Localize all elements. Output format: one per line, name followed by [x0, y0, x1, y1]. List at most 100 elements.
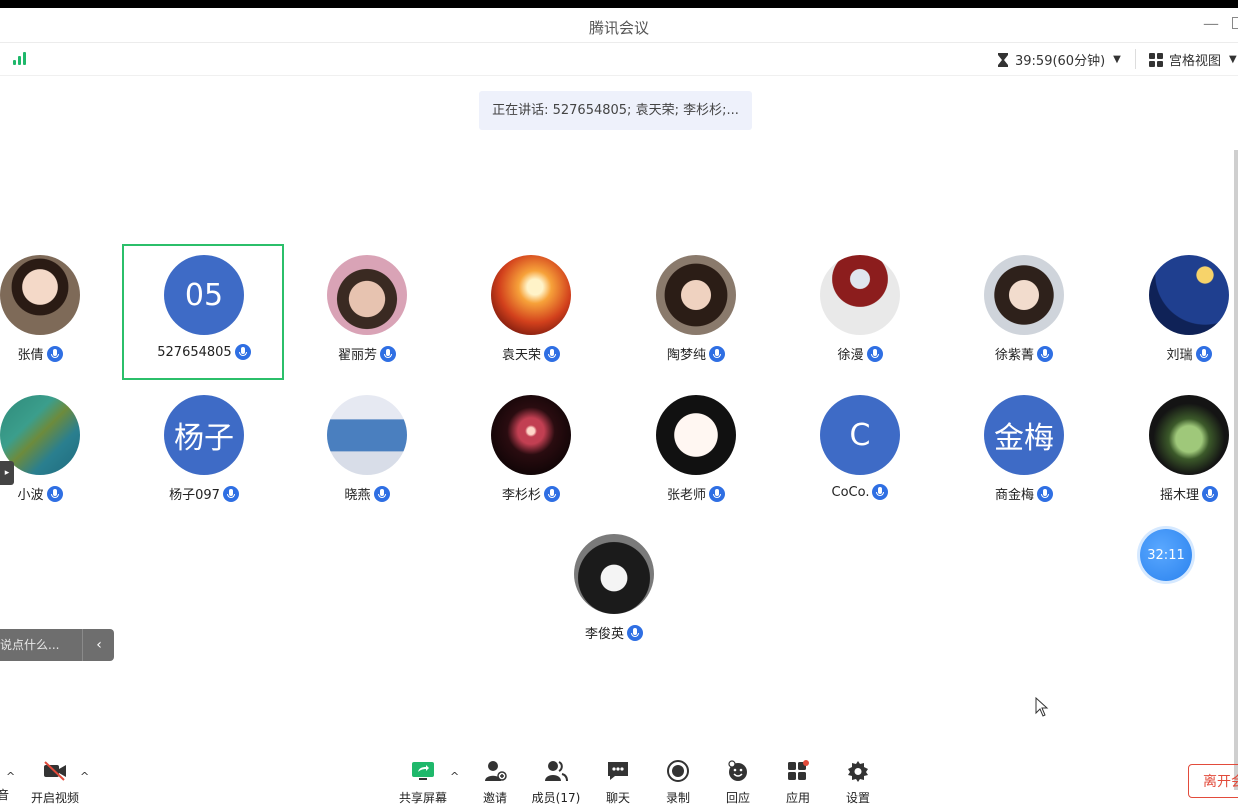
share-screen-button[interactable]: 共享屏幕 — [398, 759, 448, 806]
participant-name: 翟丽芳 — [285, 344, 449, 363]
participant-tile[interactable]: 张倩 — [0, 245, 122, 383]
screen-top-edge — [0, 0, 1238, 8]
mic-icon — [46, 345, 63, 362]
chat-bubble-input[interactable]: 说点什么... ‹ — [0, 629, 114, 661]
share-screen-icon — [412, 762, 434, 780]
chat-button[interactable]: 聊天 — [593, 759, 643, 806]
invite-label: 邀请 — [482, 791, 507, 805]
avatar — [327, 395, 407, 475]
apps-icon — [788, 760, 809, 780]
mic-icon — [627, 624, 643, 641]
participant-tile[interactable]: 袁天荣 — [449, 245, 613, 383]
mic-icon — [46, 485, 63, 502]
mic-icon — [1037, 345, 1053, 362]
participant-tile[interactable]: 05 527654805 — [122, 245, 286, 383]
participant-name: 陶梦纯 — [614, 344, 778, 363]
participant-tile[interactable]: 金梅 商金梅 — [942, 385, 1106, 523]
start-video-button[interactable]: 开启视频 — [29, 759, 81, 806]
members-button[interactable]: 成员(17) — [529, 759, 583, 806]
chat-icon — [608, 762, 628, 780]
view-switcher[interactable]: 宫格视图 ▼ — [1149, 50, 1237, 69]
participant-tile[interactable]: 徐漫 — [778, 245, 942, 383]
mic-icon — [380, 345, 396, 362]
leave-meeting-button[interactable]: 离开会议 — [1188, 764, 1238, 798]
participant-name: 李俊英 — [532, 623, 696, 642]
mic-icon — [709, 345, 725, 362]
avatar — [820, 255, 900, 335]
avatar — [656, 255, 736, 335]
chevron-down-icon: ▼ — [1229, 54, 1237, 65]
mic-icon — [866, 345, 883, 362]
participant-tile[interactable]: 翟丽芳 — [285, 245, 449, 383]
chevron-left-icon[interactable]: ‹ — [82, 629, 115, 661]
react-button[interactable]: 回应 — [713, 759, 763, 806]
avatar — [327, 255, 407, 335]
settings-button[interactable]: 设置 — [833, 759, 883, 806]
participant-name: 刘瑞 — [1107, 344, 1238, 363]
invite-icon — [485, 761, 507, 781]
avatar — [0, 255, 80, 335]
minimize-icon[interactable]: — — [1203, 14, 1219, 33]
chat-placeholder: 说点什么... — [0, 638, 60, 652]
title-bar: 腾讯会议 — — [0, 8, 1238, 43]
avatar: 杨子 — [164, 395, 244, 475]
side-panel-edge — [1234, 150, 1238, 790]
network-signal-icon[interactable] — [13, 52, 29, 65]
participant-name: 527654805 — [122, 344, 286, 360]
maximize-icon[interactable] — [1232, 17, 1238, 29]
participant-tile[interactable]: 张老师 — [614, 385, 778, 523]
mic-icon — [544, 345, 560, 362]
avatar — [1149, 395, 1229, 475]
avatar — [656, 395, 736, 475]
chevron-up-icon[interactable]: ^ — [6, 770, 15, 783]
participant-name: 张倩 — [0, 344, 122, 363]
participant-tile[interactable]: 杨子 杨子097 — [122, 385, 286, 523]
participant-name: 张老师 — [614, 484, 778, 503]
participant-tile[interactable]: 徐紫菁 — [942, 245, 1106, 383]
record-icon — [667, 760, 689, 782]
record-label: 录制 — [665, 791, 690, 805]
react-label: 回应 — [725, 791, 750, 805]
mic-icon — [544, 485, 560, 502]
participant-tile[interactable]: 陶梦纯 — [614, 245, 778, 383]
share-label: 共享屏幕 — [398, 791, 447, 805]
participant-tile[interactable]: 摇木理 — [1107, 385, 1238, 523]
participant-tile[interactable]: 小波 — [0, 385, 122, 523]
participant-name: 李杉杉 — [449, 484, 613, 503]
floating-timer[interactable]: 32:11 — [1140, 529, 1192, 581]
chevron-up-icon[interactable]: ^ — [450, 770, 459, 783]
chat-label: 聊天 — [605, 791, 630, 805]
record-button[interactable]: 录制 — [653, 759, 703, 806]
participant-tile[interactable]: 刘瑞 — [1107, 245, 1238, 383]
apps-label: 应用 — [785, 791, 810, 805]
meeting-toolbar: 39:59(60分钟) ▼ 宫格视图 ▼ — [0, 43, 1238, 76]
chevron-up-icon[interactable]: ^ — [80, 770, 89, 783]
participant-name: 晓燕 — [285, 484, 449, 503]
mouse-cursor-icon — [1035, 697, 1049, 717]
mic-icon — [234, 344, 251, 360]
participant-tile[interactable]: C CoCo. — [778, 385, 942, 523]
participant-name: 商金梅 — [942, 484, 1106, 503]
emoji-react-icon — [728, 760, 747, 781]
collapse-handle[interactable]: ▸ — [0, 461, 14, 485]
mic-icon — [1195, 345, 1212, 362]
chevron-down-icon: ▼ — [1113, 54, 1121, 65]
speaking-banner: 正在讲话: 527654805; 袁天荣; 李杉杉;... — [479, 91, 752, 130]
participant-name: CoCo. — [778, 484, 942, 500]
participant-tile[interactable]: 李俊英 — [532, 524, 696, 662]
meeting-timer[interactable]: 39:59(60分钟) ▼ — [997, 50, 1121, 69]
participant-name: 小波 — [0, 484, 122, 503]
gear-icon — [848, 761, 868, 782]
apps-button[interactable]: 应用 — [773, 759, 823, 806]
avatar — [491, 395, 571, 475]
participant-name: 杨子097 — [122, 484, 286, 503]
participant-tile[interactable]: 晓燕 — [285, 385, 449, 523]
avatar: 05 — [164, 255, 244, 335]
participant-tile[interactable]: 李杉杉 — [449, 385, 613, 523]
invite-button[interactable]: 邀请 — [470, 759, 520, 806]
mic-icon — [709, 485, 725, 502]
avatar: C — [820, 395, 900, 475]
grid-view-icon — [1149, 52, 1163, 67]
view-label: 宫格视图 — [1169, 54, 1222, 69]
avatar: 金梅 — [984, 395, 1064, 475]
